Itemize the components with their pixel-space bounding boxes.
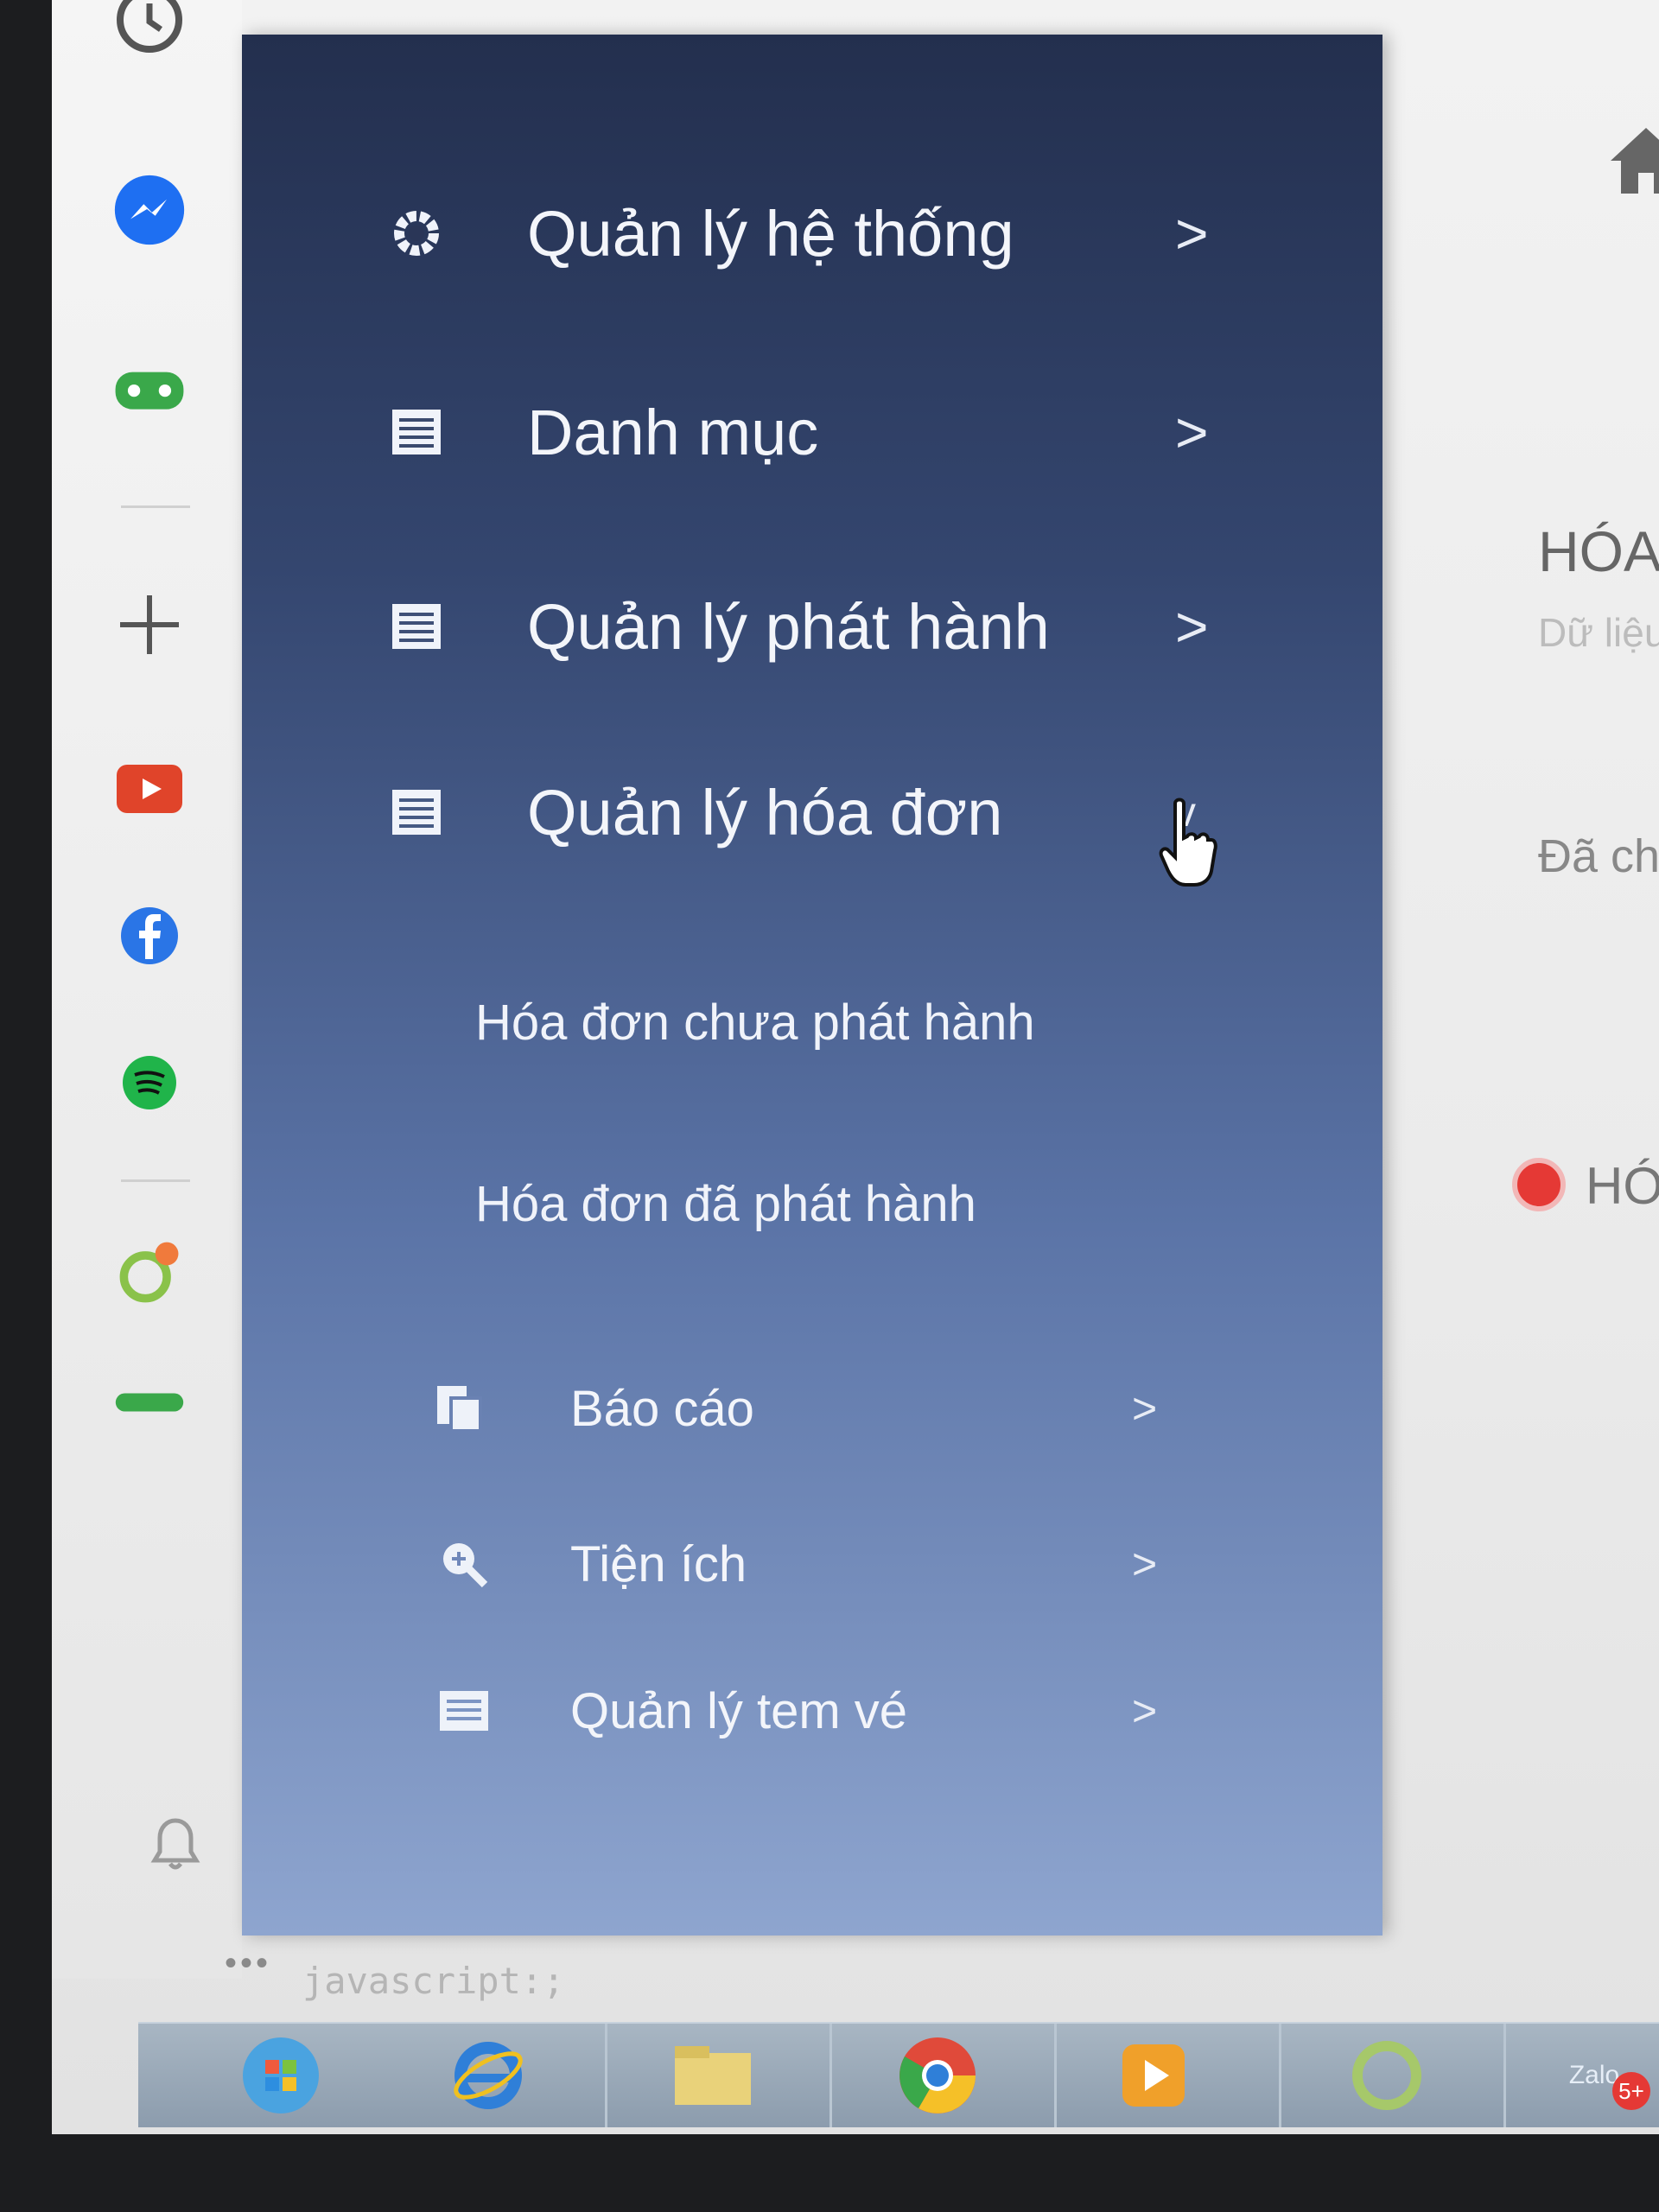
app-icon[interactable] [112, 1236, 187, 1310]
internet-explorer-icon[interactable] [415, 2032, 562, 2119]
app-icon[interactable] [112, 1365, 187, 1440]
submenu-item-hoa-don-da-phat-hanh[interactable]: Hóa đơn đã phát hành [475, 1175, 976, 1233]
media-player-icon[interactable] [1080, 2032, 1227, 2119]
chevron-right-icon: > [1132, 1687, 1158, 1735]
menu-item-label: Quản lý hóa đơn [527, 776, 1003, 849]
menu-item-label: Quản lý hệ thống [527, 197, 1014, 270]
chevron-right-icon: > [1132, 1540, 1158, 1588]
menu-item-tien-ich[interactable]: Tiện ích > [242, 1503, 1382, 1624]
facebook-icon[interactable] [112, 899, 187, 973]
menu-item-quan-ly-he-thong[interactable]: Quản lý hệ thống > [242, 173, 1382, 294]
hand-cursor-icon [1158, 795, 1218, 894]
list-icon [436, 1683, 492, 1738]
screen: ••• Quản lý hệ thống > Danh mục > Quản l… [52, 0, 1659, 2134]
taskbar-divider [1503, 2024, 1506, 2127]
list-icon [389, 599, 444, 654]
app-icon[interactable] [1313, 2032, 1460, 2119]
content-subtitle: Dữ liệu tù [1538, 610, 1659, 655]
gear-icon [389, 206, 444, 261]
bell-icon[interactable] [138, 1806, 213, 1880]
taskbar-divider [1279, 2024, 1281, 2127]
search-icon [436, 1536, 492, 1592]
taskbar-divider [605, 2024, 607, 2127]
home-icon[interactable] [1607, 121, 1659, 199]
game-icon[interactable] [112, 354, 187, 429]
taskbar-divider [830, 2024, 832, 2127]
history-icon[interactable] [112, 0, 187, 57]
taskbar-divider [1054, 2024, 1057, 2127]
zalo-label: Zalo [1568, 2061, 1620, 2089]
radio-button[interactable] [1512, 1158, 1566, 1211]
chevron-right-icon: > [1175, 594, 1209, 658]
chevron-right-icon: > [1175, 201, 1209, 265]
list-icon [389, 785, 444, 840]
radio-label: HÓA [1586, 1157, 1659, 1215]
messenger-icon[interactable] [112, 173, 187, 247]
taskbar: Zalo 5+ [138, 2022, 1659, 2127]
menu-item-label: Danh mục [527, 396, 819, 468]
youtube-icon[interactable] [112, 752, 187, 826]
menu-item-label: Báo cáo [570, 1380, 754, 1437]
start-button[interactable] [207, 2032, 354, 2119]
stat-label: Đã chấp [1538, 830, 1659, 882]
menu-item-danh-muc[interactable]: Danh mục > [242, 372, 1382, 493]
spotify-icon[interactable] [112, 1046, 187, 1120]
menu-item-quan-ly-phat-hanh[interactable]: Quản lý phát hành > [242, 566, 1382, 687]
file-explorer-icon[interactable] [639, 2032, 786, 2119]
chrome-icon[interactable] [864, 2032, 1011, 2119]
main-content: HÓA Đ Dữ liệu tù C Đã chấp HÓA [1382, 35, 1659, 1936]
zalo-button[interactable]: Zalo 5+ [1521, 2032, 1659, 2119]
rail-divider [121, 1179, 190, 1182]
menu-item-quan-ly-tem-ve[interactable]: Quản lý tem vé > [242, 1650, 1382, 1771]
list-icon [389, 404, 444, 460]
content-title: HÓA Đ [1538, 519, 1659, 583]
menu-item-label: Quản lý tem vé [570, 1682, 908, 1739]
report-icon [432, 1381, 487, 1436]
add-icon[interactable] [112, 588, 187, 662]
menu-item-label: Quản lý phát hành [527, 590, 1050, 663]
sidebar-menu: Quản lý hệ thống > Danh mục > Quản lý ph… [242, 35, 1382, 1936]
more-dots-icon[interactable]: ••• [225, 1944, 271, 1983]
browser-status-text: javascript:; [302, 1960, 565, 2002]
menu-item-bao-cao[interactable]: Báo cáo > [242, 1348, 1382, 1469]
app-rail [52, 0, 242, 1979]
chevron-right-icon: > [1132, 1384, 1158, 1433]
rail-divider [121, 505, 190, 508]
notification-badge: 5+ [1612, 2072, 1650, 2110]
submenu-item-hoa-don-chua-phat-hanh[interactable]: Hóa đơn chưa phát hành [475, 994, 1035, 1052]
chevron-right-icon: > [1175, 400, 1209, 464]
menu-item-label: Tiện ích [570, 1535, 747, 1592]
